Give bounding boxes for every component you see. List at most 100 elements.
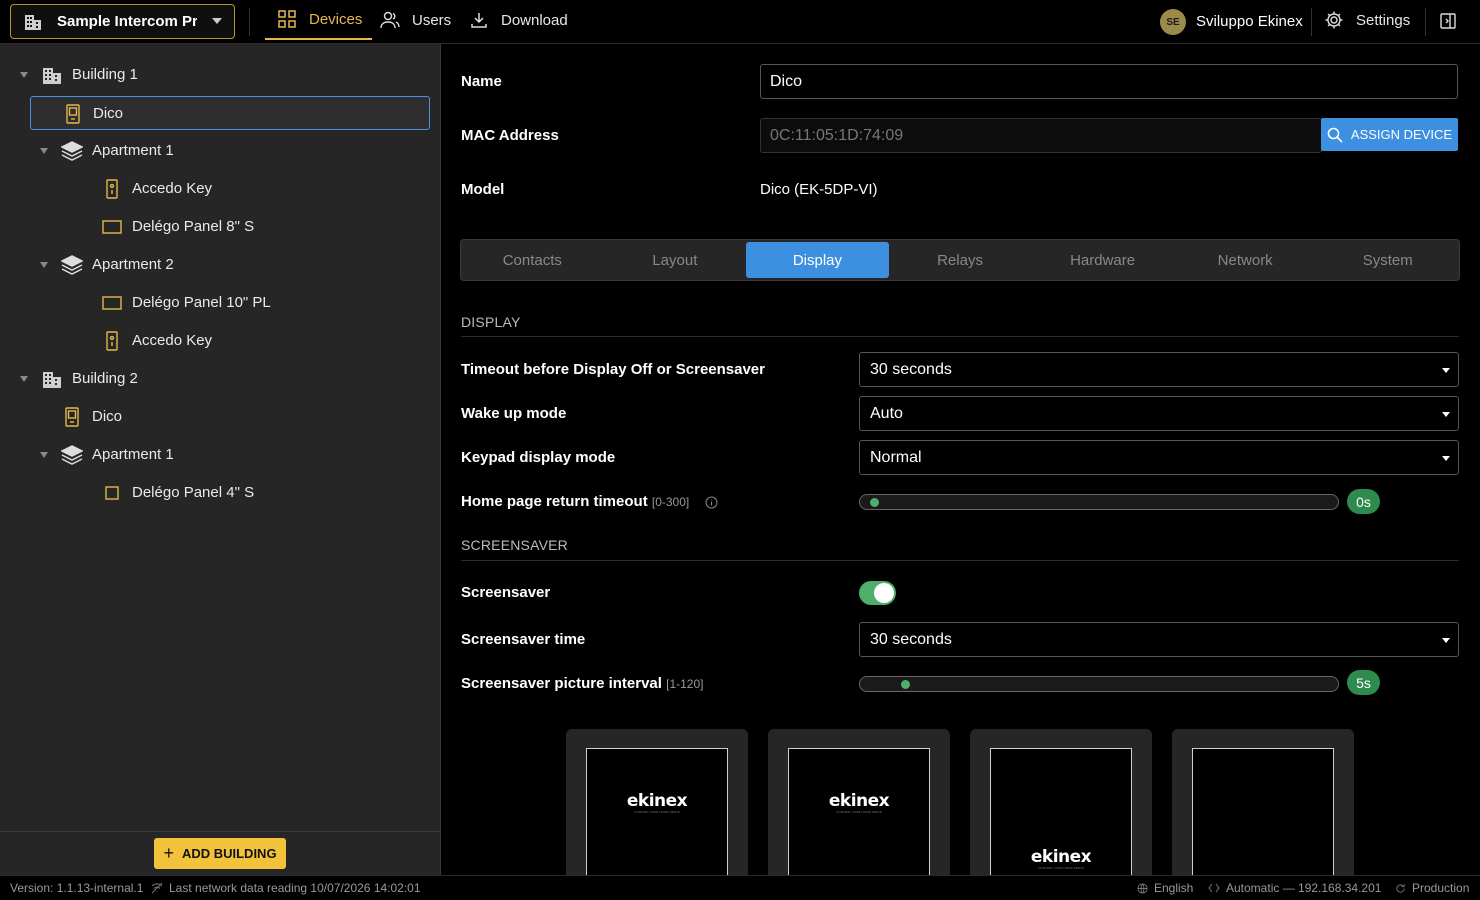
screensaver-time-select[interactable]: 30 seconds [859,622,1459,657]
logo-tagline: CONTROL YOUR LIVING SPACE [836,810,882,814]
name-input[interactable]: Dico [760,64,1458,99]
picture-interval-label: Screensaver picture interval [1-120] [461,675,703,692]
language-selector[interactable]: English [1137,881,1193,895]
tree-device[interactable]: Accedo Key [0,172,440,206]
tree-building[interactable]: Building 2 [0,362,440,396]
tree-apartment[interactable]: Apartment 1 [0,134,440,168]
settings-button[interactable]: Settings [1324,0,1410,40]
screensaver-image-card[interactable] [1172,729,1354,875]
tree-item-label: Accedo Key [132,332,213,349]
toggle-knob [874,583,894,603]
caret-down-icon[interactable] [40,262,48,268]
ekinex-logo: ekinex [1030,847,1092,867]
keypad-select[interactable]: Normal [859,440,1459,475]
wake-select[interactable]: Auto [859,396,1459,431]
collapse-panel-icon[interactable] [1439,12,1457,30]
add-building-button[interactable]: + ADD BUILDING [154,838,286,869]
divider [249,8,250,36]
divider [1311,8,1312,36]
screensaver-image [1192,748,1334,875]
plus-icon: + [163,843,174,863]
caret-down-icon[interactable] [20,72,28,78]
nav-users-label: Users [412,11,452,29]
caret-down-icon [1442,638,1450,643]
screensaver-image-card[interactable]: ekinex CONTROL YOUR LIVING SPACE [970,729,1152,875]
divider [461,560,1459,561]
keypad-value: Normal [870,448,922,466]
language-text: English [1154,881,1194,895]
tree-apartment[interactable]: Apartment 2 [0,248,440,282]
screensaver-image: ekinex CONTROL YOUR LIVING SPACE [788,748,930,875]
environment-info[interactable]: Production [1395,881,1469,895]
mac-input[interactable]: 0C:11:05:1D:74:09 [760,118,1322,153]
screensaver-image: ekinex CONTROL YOUR LIVING SPACE [586,748,728,875]
tree-device[interactable]: Delégo Panel 8" S [0,210,440,244]
divider [1425,8,1426,36]
nav-users[interactable]: Users [380,0,451,40]
globe-icon [1137,882,1148,894]
tab-system[interactable]: System [1316,240,1459,280]
tree-device[interactable]: Delégo Panel 10" PL [0,286,440,320]
tree-building[interactable]: Building 1 [0,58,440,92]
project-name: Sample Intercom Proj... [57,13,197,30]
screensaver-image-card[interactable]: ekinex CONTROL YOUR LIVING SPACE [566,729,748,875]
screensaver-image-card[interactable]: ekinex CONTROL YOUR LIVING SPACE [768,729,950,875]
assign-device-button[interactable]: ASSIGN DEVICE [1321,118,1458,151]
tree-item-label: Building 2 [72,370,138,387]
nav-download[interactable]: Download [469,0,568,40]
mac-label: MAC Address [461,127,559,144]
keypad-icon [101,178,123,200]
add-building-label: ADD BUILDING [181,846,277,861]
caret-down-icon[interactable] [20,376,28,382]
tab-contacts[interactable]: Contacts [461,240,604,280]
tab-relays[interactable]: Relays [889,240,1032,280]
screensaver-section-title: SCREENSAVER [461,537,568,553]
nav-download-label: Download [501,11,568,29]
keypad-label: Keypad display mode [461,449,616,466]
panel-icon [101,216,123,238]
wake-label: Wake up mode [461,405,567,422]
nav-devices[interactable]: Devices [265,0,373,40]
tree-device[interactable]: Dico [0,400,440,434]
home-timeout-slider[interactable] [859,494,1339,510]
tree-item-label: Accedo Key [132,180,213,197]
tab-display[interactable]: Display [746,242,889,278]
avatar[interactable]: SE [1160,9,1186,35]
version-text: Version: 1.1.13-internal.1 [10,881,144,895]
caret-down-icon[interactable] [40,452,48,458]
tab-network[interactable]: Network [1174,240,1317,280]
screensaver-image: ekinex CONTROL YOUR LIVING SPACE [990,748,1132,875]
divider [461,336,1459,337]
tab-layout[interactable]: Layout [604,240,747,280]
picture-interval-slider[interactable] [859,676,1339,692]
tree-apartment[interactable]: Apartment 1 [0,438,440,472]
project-selector[interactable]: Sample Intercom Proj... [10,4,235,39]
home-timeout-value: 0s [1347,489,1380,514]
screensaver-time-value: 30 seconds [870,630,952,648]
connection-info[interactable]: Automatic — 192.168.34.201 [1208,881,1381,895]
layers-icon [61,254,83,276]
timeout-value: 30 seconds [870,360,952,378]
download-icon [469,10,489,30]
slider-thumb[interactable] [901,680,911,689]
tree-device[interactable]: Delégo Panel 4" S [0,476,440,510]
tree-device[interactable]: Accedo Key [0,324,440,358]
caret-down-icon[interactable] [40,148,48,154]
tree-item-label: Dico [92,408,123,425]
device-detail: Name Dico MAC Address 0C:11:05:1D:74:09 … [441,44,1480,875]
slider-thumb[interactable] [870,498,879,507]
timeout-select[interactable]: 30 seconds [859,352,1459,387]
building-icon [23,12,43,32]
tab-hardware[interactable]: Hardware [1031,240,1174,280]
tree-item-label: Dico [93,105,124,122]
home-timeout-range: [0-300] [651,495,690,509]
tab-bar: Contacts Layout Display Relays Hardware Netwo… [460,239,1460,281]
user-name[interactable]: Sviluppo Ekinex [1196,13,1303,30]
layers-icon [61,140,83,162]
tree-device[interactable]: Dico [30,96,430,130]
model-value: Dico (EK-5DP-VI) [760,181,878,198]
refresh-icon [1395,883,1406,894]
tree-item-label: Apartment 2 [92,256,174,273]
info-icon[interactable] [705,496,718,509]
screensaver-toggle[interactable] [859,581,896,605]
